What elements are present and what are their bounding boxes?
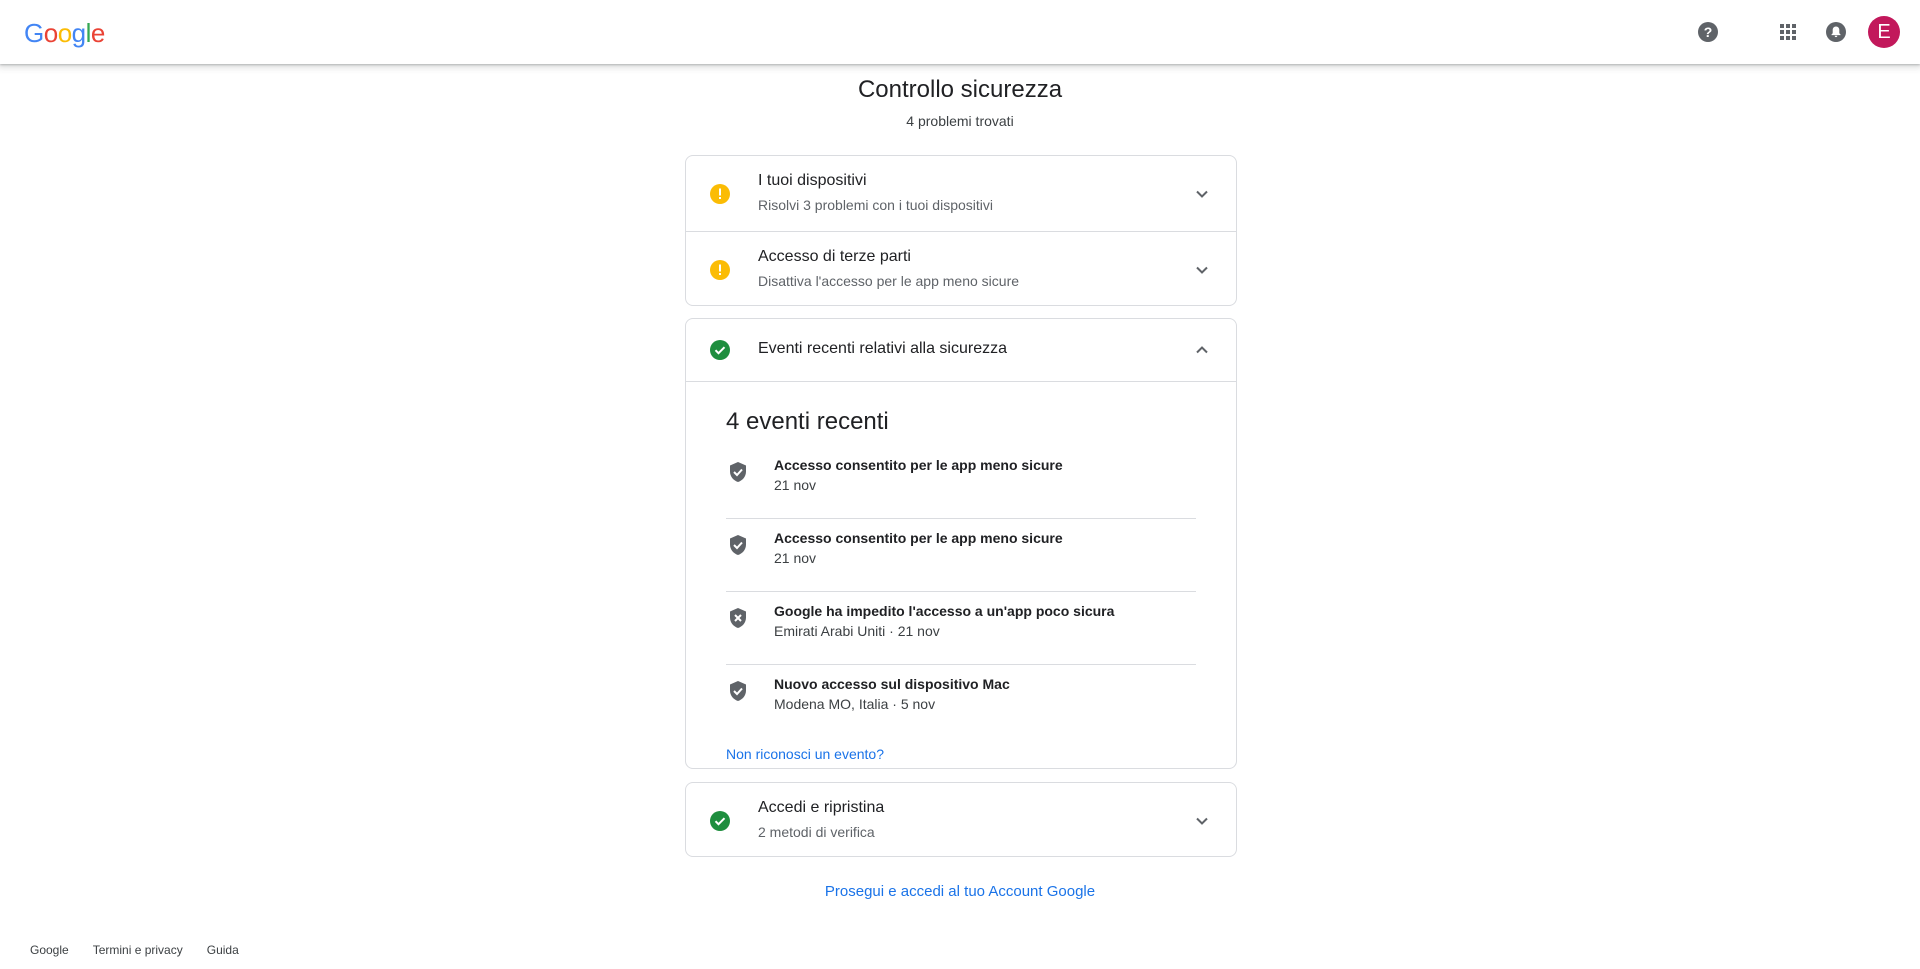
continue-to-account-link[interactable]: Prosegui e accedi al tuo Account Google — [0, 883, 1920, 900]
section-subtitle: 2 metodi di verifica — [758, 824, 875, 840]
chevron-down-icon[interactable] — [1192, 184, 1212, 204]
logo-letter: o — [57, 18, 72, 48]
page-subtitle: 4 problemi trovati — [906, 113, 1014, 129]
signin-recovery-card: Accedi e ripristina 2 metodi di verifica — [685, 782, 1237, 857]
issue-title: Accesso di terze parti — [758, 248, 911, 265]
event-date: 21 nov — [774, 477, 817, 493]
logo-letter: G — [24, 18, 44, 48]
event-title: Accesso consentito per le app meno sicur… — [774, 457, 1063, 473]
logo-letter: e — [90, 18, 105, 48]
check-circle-icon — [710, 340, 730, 360]
svg-text:?: ? — [1704, 24, 1713, 40]
event-date: Modena MO, Italia · 5 nov — [774, 696, 936, 712]
event-title: Accesso consentito per le app meno sicur… — [774, 530, 1063, 546]
event-item[interactable]: Nuovo accesso sul dispositivo Mac Modena… — [726, 665, 1196, 738]
check-circle-icon — [710, 811, 730, 831]
event-date: 21 nov — [774, 550, 817, 566]
footer-link-terms-privacy[interactable]: Termini e privacy — [93, 943, 183, 957]
shield-check-icon — [726, 679, 750, 703]
google-logo[interactable]: Google — [24, 18, 105, 49]
event-date: Emirati Arabi Uniti · 21 nov — [774, 623, 940, 639]
chevron-up-icon[interactable] — [1192, 340, 1212, 360]
shield-check-icon — [726, 460, 750, 484]
shield-check-icon — [726, 533, 750, 557]
footer-link-help[interactable]: Guida — [207, 943, 239, 957]
issues-card: I tuoi dispositivi Risolvi 3 problemi co… — [685, 155, 1237, 306]
event-item[interactable]: Google ha impedito l'accesso a un'app po… — [726, 592, 1196, 665]
warning-icon — [710, 184, 730, 204]
issue-title: I tuoi dispositivi — [758, 172, 867, 189]
apps-icon[interactable] — [1776, 20, 1800, 44]
events-body: 4 eventi recenti Accesso consentito per … — [686, 382, 1236, 782]
recent-events-header[interactable]: Eventi recenti relativi alla sicurezza — [686, 319, 1236, 382]
account-avatar[interactable]: E — [1868, 16, 1900, 48]
issue-subtitle: Disattiva l'accesso per le app meno sicu… — [758, 273, 1020, 289]
event-title: Nuovo accesso sul dispositivo Mac — [774, 676, 1010, 692]
event-title: Google ha impedito l'accesso a un'app po… — [774, 603, 1115, 619]
recent-events-card: Eventi recenti relativi alla sicurezza 4… — [685, 318, 1237, 769]
signin-recovery-row[interactable]: Accedi e ripristina 2 metodi di verifica — [686, 783, 1236, 858]
help-icon[interactable]: ? — [1696, 20, 1720, 44]
chevron-down-icon[interactable] — [1192, 260, 1212, 280]
issue-third-party[interactable]: Accesso di terze parti Disattiva l'acces… — [686, 231, 1236, 306]
events-heading: 4 eventi recenti — [726, 408, 889, 435]
logo-letter: g — [71, 18, 86, 48]
avatar-letter: E — [1877, 20, 1891, 43]
top-app-bar: Google ? E — [0, 0, 1920, 64]
page-title: Controllo sicurezza — [857, 76, 1063, 103]
section-title: Accedi e ripristina — [758, 799, 885, 816]
unrecognized-event-link[interactable]: Non riconosci un evento? — [726, 738, 1196, 782]
shield-x-icon — [726, 606, 750, 630]
section-title: Eventi recenti relativi alla sicurezza — [758, 340, 1007, 357]
warning-icon — [710, 260, 730, 280]
notifications-icon[interactable] — [1824, 20, 1848, 44]
chevron-down-icon[interactable] — [1192, 811, 1212, 831]
footer-link-google[interactable]: Google — [30, 943, 69, 957]
event-item[interactable]: Accesso consentito per le app meno sicur… — [726, 446, 1196, 519]
logo-letter: o — [43, 18, 58, 48]
event-item[interactable]: Accesso consentito per le app meno sicur… — [726, 519, 1196, 592]
issue-devices[interactable]: I tuoi dispositivi Risolvi 3 problemi co… — [686, 156, 1236, 231]
issue-subtitle: Risolvi 3 problemi con i tuoi dispositiv… — [758, 197, 993, 213]
footer: Google Termini e privacy Guida — [30, 943, 239, 957]
